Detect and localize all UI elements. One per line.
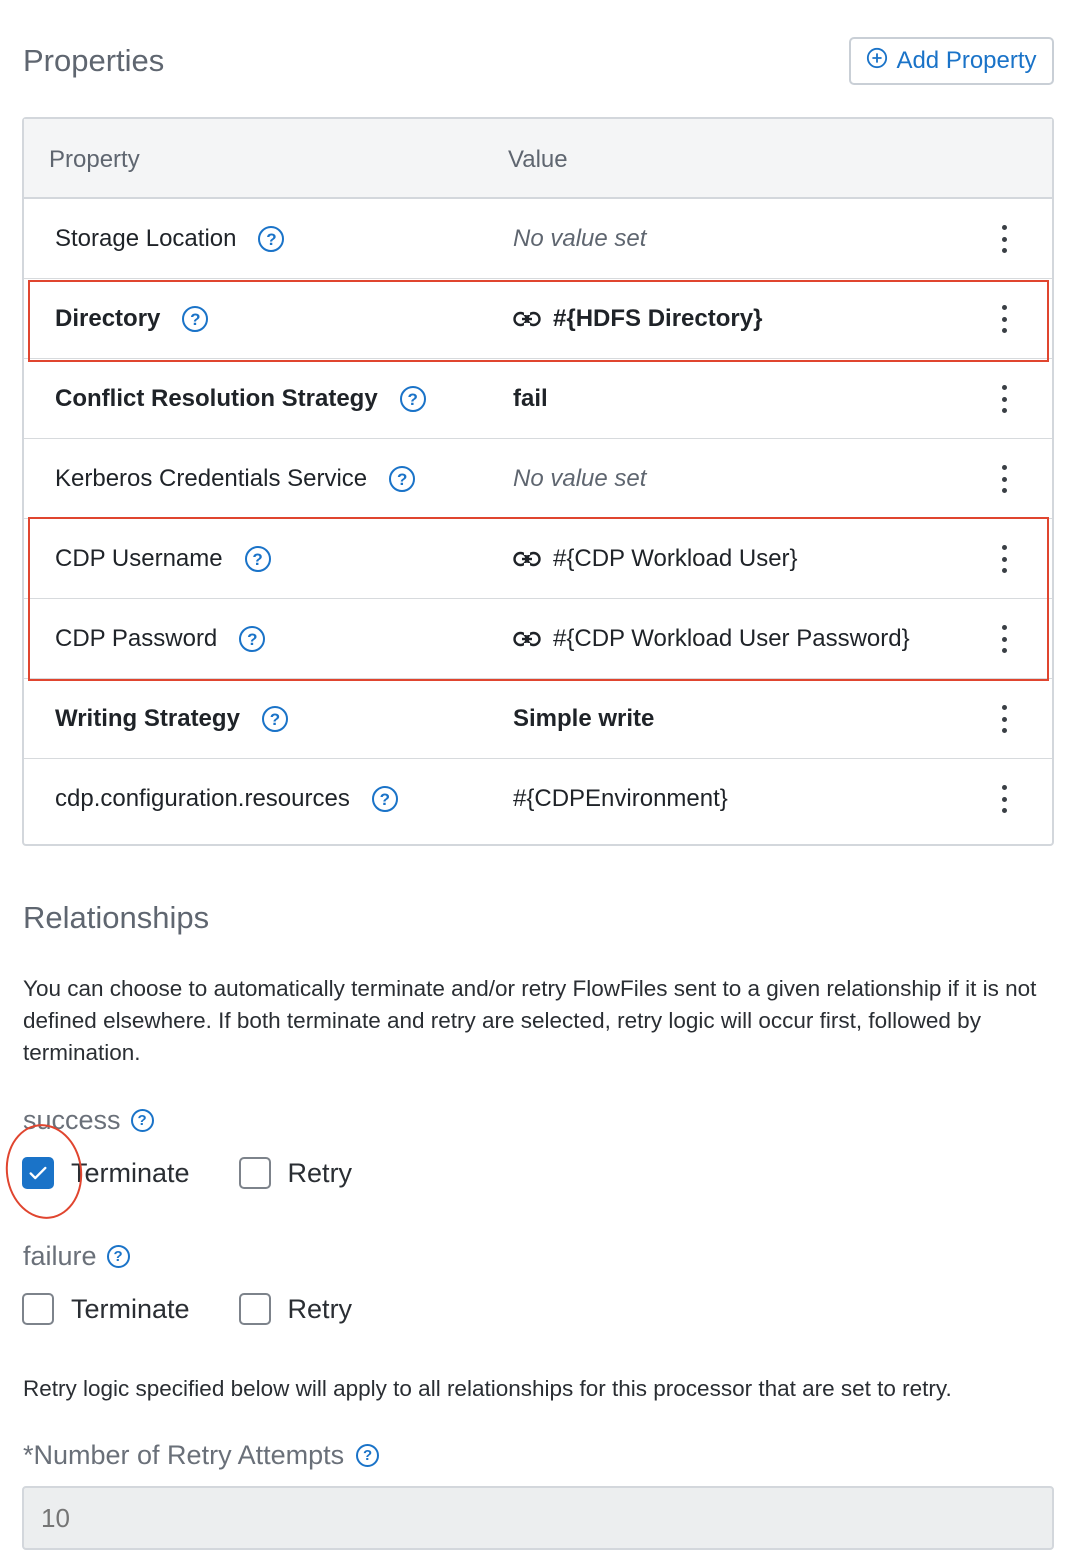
table-row: CDP Password? #{CDP Workload User Passwor… bbox=[24, 599, 1052, 679]
help-icon[interactable]: ? bbox=[106, 1245, 130, 1268]
properties-table: Property Value Storage Location? No value… bbox=[22, 117, 1054, 846]
kebab-menu-icon[interactable] bbox=[992, 305, 1016, 333]
link-icon bbox=[513, 631, 541, 647]
help-icon[interactable]: ? bbox=[244, 546, 271, 572]
retry-attempts-label: *Number of Retry Attempts ? bbox=[23, 1440, 380, 1471]
column-header-value: Value bbox=[508, 146, 568, 173]
property-name: Storage Location bbox=[55, 225, 237, 252]
kebab-menu-icon[interactable] bbox=[992, 385, 1016, 413]
relationships-title: Relationships bbox=[23, 900, 210, 935]
property-value-cell[interactable]: #{CDP Workload User Password} bbox=[513, 599, 910, 679]
kebab-menu-icon[interactable] bbox=[992, 545, 1016, 573]
relationship-name: success bbox=[23, 1105, 121, 1135]
property-value: Simple write bbox=[513, 705, 655, 732]
column-header-property: Property bbox=[49, 146, 140, 173]
success-terminate-option[interactable]: Terminate bbox=[22, 1157, 190, 1189]
add-property-label: Add Property bbox=[896, 47, 1037, 74]
property-name-cell: CDP Username? bbox=[55, 519, 271, 599]
help-icon[interactable]: ? bbox=[261, 706, 288, 732]
retry-attempts-input[interactable] bbox=[22, 1486, 1054, 1550]
property-value-cell[interactable]: #{CDPEnvironment} bbox=[513, 759, 728, 839]
property-name: cdp.configuration.resources bbox=[55, 785, 350, 812]
success-retry-option[interactable]: Retry bbox=[238, 1157, 353, 1189]
retry-label: Retry bbox=[287, 1293, 353, 1324]
checkmark-icon bbox=[29, 1166, 47, 1180]
help-icon[interactable]: ? bbox=[182, 306, 209, 332]
retry-note: Retry logic specified below will apply t… bbox=[23, 1376, 952, 1401]
relationship-failure-label: failure ? bbox=[23, 1241, 130, 1272]
help-icon[interactable]: ? bbox=[356, 1444, 380, 1467]
relationship-success-label: success ? bbox=[23, 1105, 154, 1136]
link-icon bbox=[513, 311, 541, 327]
property-value: #{CDP Workload User} bbox=[553, 545, 798, 572]
table-row: Directory? #{HDFS Directory} bbox=[24, 279, 1052, 359]
property-value-cell[interactable]: No value set bbox=[513, 199, 646, 279]
property-name-cell: Directory? bbox=[55, 279, 209, 359]
property-value-cell[interactable]: fail bbox=[513, 359, 548, 439]
property-value: #{CDP Workload User Password} bbox=[553, 625, 910, 652]
property-name: Directory bbox=[55, 305, 161, 332]
property-value-cell[interactable]: #{CDP Workload User} bbox=[513, 519, 798, 599]
failure-retry-option[interactable]: Retry bbox=[238, 1293, 353, 1325]
terminate-label: Terminate bbox=[71, 1293, 190, 1324]
kebab-menu-icon[interactable] bbox=[992, 225, 1016, 253]
relationship-failure-options: Terminate Retry bbox=[22, 1293, 352, 1325]
properties-title: Properties bbox=[23, 43, 165, 78]
table-row: Kerberos Credentials Service? No value se… bbox=[24, 439, 1052, 519]
failure-terminate-checkbox[interactable] bbox=[22, 1293, 54, 1325]
failure-retry-checkbox[interactable] bbox=[238, 1293, 271, 1325]
table-row: Writing Strategy? Simple write bbox=[24, 679, 1052, 759]
help-icon[interactable]: ? bbox=[258, 226, 285, 252]
property-name: Writing Strategy bbox=[55, 705, 240, 732]
property-name-cell: CDP Password? bbox=[55, 599, 266, 679]
property-value: No value set bbox=[513, 225, 647, 252]
property-name-cell: cdp.configuration.resources? bbox=[55, 759, 398, 839]
table-row: cdp.configuration.resources? #{CDPEnviron… bbox=[24, 759, 1052, 844]
property-name-cell: Kerberos Credentials Service? bbox=[55, 439, 416, 519]
property-value-cell[interactable]: Simple write bbox=[513, 679, 654, 759]
help-icon[interactable]: ? bbox=[239, 626, 266, 652]
table-header: Property Value bbox=[24, 119, 1052, 199]
property-value: fail bbox=[513, 385, 548, 412]
kebab-menu-icon[interactable] bbox=[992, 465, 1016, 493]
property-name-cell: Storage Location? bbox=[55, 199, 285, 279]
add-property-button[interactable]: Add Property bbox=[849, 37, 1054, 85]
kebab-menu-icon[interactable] bbox=[992, 785, 1016, 813]
retry-attempts-label-text: *Number of Retry Attempts bbox=[23, 1440, 345, 1470]
property-name-cell: Writing Strategy? bbox=[55, 679, 288, 759]
kebab-menu-icon[interactable] bbox=[992, 705, 1016, 733]
help-icon[interactable]: ? bbox=[399, 386, 426, 412]
property-name: CDP Username bbox=[55, 545, 223, 572]
property-name: CDP Password bbox=[55, 625, 218, 652]
property-name: Kerberos Credentials Service bbox=[55, 465, 368, 492]
relationships-description: You can choose to automatically terminat… bbox=[23, 976, 1037, 1065]
retry-label: Retry bbox=[287, 1157, 353, 1188]
property-value: #{CDPEnvironment} bbox=[513, 785, 728, 812]
plus-circle-icon bbox=[866, 47, 888, 76]
property-value-cell[interactable]: #{HDFS Directory} bbox=[513, 279, 762, 359]
table-row: Storage Location? No value set bbox=[24, 199, 1052, 279]
relationship-name: failure bbox=[23, 1241, 97, 1271]
success-retry-checkbox[interactable] bbox=[238, 1157, 271, 1189]
table-row: CDP Username? #{CDP Workload User} bbox=[24, 519, 1052, 599]
help-icon[interactable]: ? bbox=[371, 786, 398, 812]
property-value: No value set bbox=[513, 465, 647, 492]
help-icon[interactable]: ? bbox=[389, 466, 416, 492]
link-icon bbox=[513, 551, 541, 567]
terminate-label: Terminate bbox=[71, 1157, 190, 1188]
property-name: Conflict Resolution Strategy bbox=[55, 385, 378, 412]
relationship-success-options: Terminate Retry bbox=[22, 1157, 352, 1189]
kebab-menu-icon[interactable] bbox=[992, 625, 1016, 653]
table-row: Conflict Resolution Strategy? fail bbox=[24, 359, 1052, 439]
help-icon[interactable]: ? bbox=[130, 1109, 154, 1132]
property-value-cell[interactable]: No value set bbox=[513, 439, 646, 519]
property-value: #{HDFS Directory} bbox=[553, 305, 763, 332]
property-name-cell: Conflict Resolution Strategy? bbox=[55, 359, 426, 439]
failure-terminate-option[interactable]: Terminate bbox=[22, 1293, 190, 1325]
success-terminate-checkbox[interactable] bbox=[22, 1157, 54, 1189]
